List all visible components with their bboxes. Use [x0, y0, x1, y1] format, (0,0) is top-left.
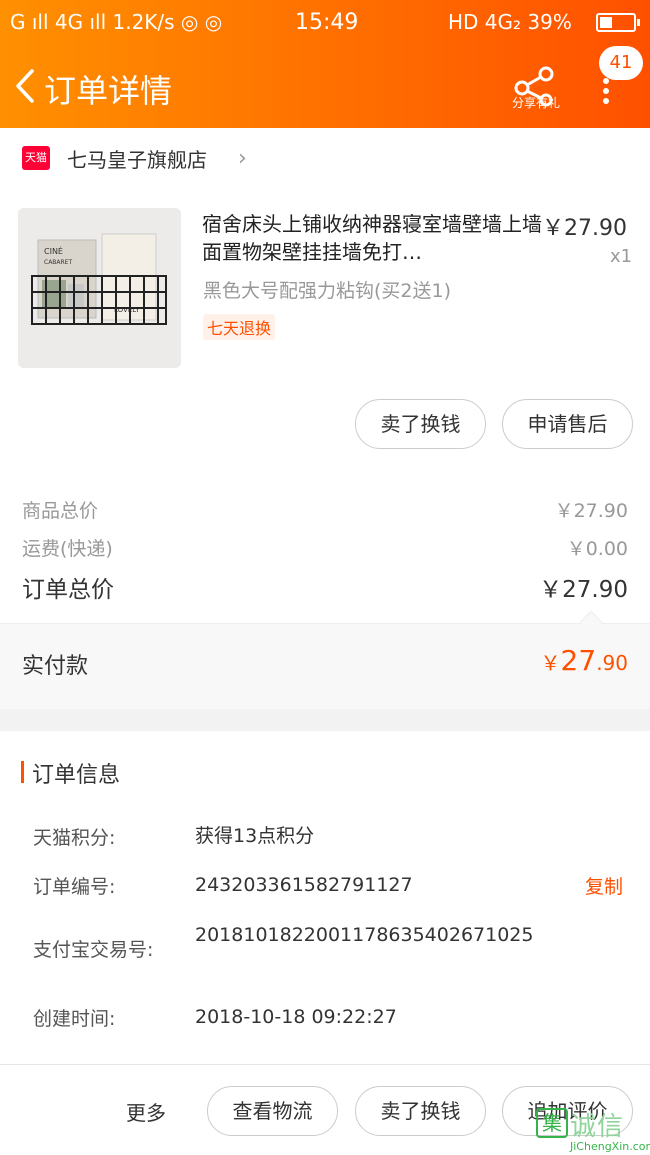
actual-payment-row: 实付款 ￥27.90: [0, 623, 650, 709]
goods-total-label: 商品总价: [22, 500, 99, 522]
product-spec: 黑色大号配强力粘钩(买2送1): [203, 280, 452, 302]
battery-icon: [596, 13, 640, 32]
order-total-label: 订单总价: [22, 577, 114, 603]
status-signals: G ıll 4G ıll 1.2K/s ◎ ◎: [10, 10, 223, 34]
actual-payment-label: 实付款: [22, 654, 89, 679]
share-label[interactable]: 分享有礼: [508, 94, 564, 111]
alipay-trade-label: 支付宝交易号:: [33, 939, 154, 961]
created-time-label: 创建时间:: [33, 1008, 116, 1030]
back-arrow-icon[interactable]: [14, 68, 36, 104]
order-number-value: 243203361582791127: [195, 874, 413, 896]
shop-name[interactable]: 七马皇子旗舰店: [67, 144, 207, 173]
payment-currency: ￥: [540, 651, 561, 675]
return-policy-tag: 七天退换: [203, 314, 276, 340]
alipay-trade-value: 2018101822001178635402671025: [195, 924, 534, 946]
watermark-logo: 集: [536, 1108, 568, 1138]
order-total-value: ￥27.90: [539, 577, 628, 603]
watermark-domain: JiChengXin.com: [570, 1140, 650, 1153]
order-info-title: 订单信息: [32, 763, 121, 788]
created-time-value: 2018-10-18 09:22:27: [195, 1006, 397, 1028]
page-title: 订单详情: [44, 72, 173, 110]
shipping-label: 运费(快递): [22, 538, 113, 560]
chevron-right-icon: ›: [238, 146, 247, 171]
resell-button[interactable]: 卖了换钱: [355, 399, 486, 449]
watermark-text: 诚信: [570, 1112, 625, 1142]
points-value: 获得13点积分: [195, 825, 315, 847]
product-title[interactable]: 宿舍床头上铺收纳神器寝室墙壁墙上墙面置物架壁挂挂墙免打…: [202, 210, 542, 266]
shop-row[interactable]: 天猫 七马皇子旗舰店 ›: [0, 128, 650, 190]
order-number-label: 订单编号:: [33, 876, 116, 898]
more-actions-button[interactable]: 更多: [126, 1097, 166, 1126]
product-quantity: x1: [610, 246, 633, 267]
payment-amount-dec: .90: [596, 651, 628, 675]
goods-total-value: ￥27.90: [554, 500, 628, 522]
view-logistics-button[interactable]: 查看物流: [207, 1086, 338, 1136]
status-bar: G ıll 4G ıll 1.2K/s ◎ ◎ 15:49 HD 4G₂ 39%: [0, 0, 650, 44]
site-watermark: 集 诚信 JiChengXin.com: [530, 1104, 650, 1155]
price-summary: 商品总价 ￥27.90 运费(快递) ￥0.00 订单总价 ￥27.90: [0, 480, 650, 623]
status-right: HD 4G₂ 39%: [448, 10, 572, 34]
product-image-text-2: CABARET: [44, 259, 72, 266]
section-accent-bar: [21, 761, 24, 783]
after-sales-button[interactable]: 申请售后: [502, 399, 633, 449]
order-info-section: 订单信息 天猫积分: 获得13点积分 订单编号: 243203361582791…: [0, 731, 650, 1064]
product-card: CINÉ CABARET LOVELY 宿舍床头上铺收纳神器寝室墙壁墙上墙面置物…: [0, 190, 650, 480]
resell-footer-button[interactable]: 卖了换钱: [355, 1086, 486, 1136]
payment-amount-int: 27: [560, 644, 597, 677]
copy-order-number-button[interactable]: 复制: [585, 872, 623, 899]
app-header: G ıll 4G ıll 1.2K/s ◎ ◎ 15:49 HD 4G₂ 39%…: [0, 0, 650, 128]
product-image[interactable]: CINÉ CABARET LOVELY: [18, 208, 181, 368]
more-menu-icon[interactable]: [600, 78, 612, 104]
tmall-logo: 天猫: [22, 146, 50, 170]
actual-payment-amount: ￥27.90: [541, 644, 628, 677]
message-count-badge[interactable]: 41: [599, 46, 643, 80]
status-time: 15:49: [295, 10, 359, 35]
points-label: 天猫积分:: [33, 827, 116, 849]
product-image-text-1: CINÉ: [44, 245, 63, 256]
shipping-value: ￥0.00: [566, 538, 628, 560]
product-price: ￥27.90: [542, 216, 627, 241]
